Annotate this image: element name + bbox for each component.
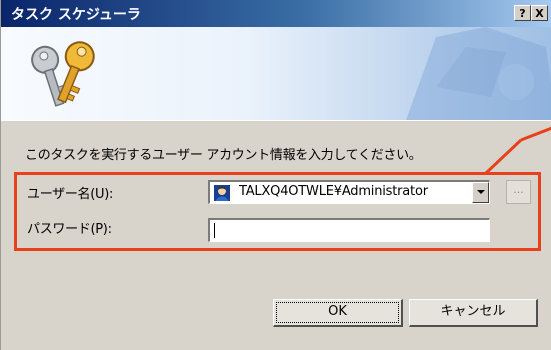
task-scheduler-dialog: タスク スケジューラ ? X このタスクを実行するユーザー アカウント情報を入力… <box>0 0 551 350</box>
cancel-button[interactable]: キャンセル <box>409 299 538 327</box>
ok-button[interactable]: OK <box>273 299 403 327</box>
annotation-highlight-box <box>14 172 541 251</box>
